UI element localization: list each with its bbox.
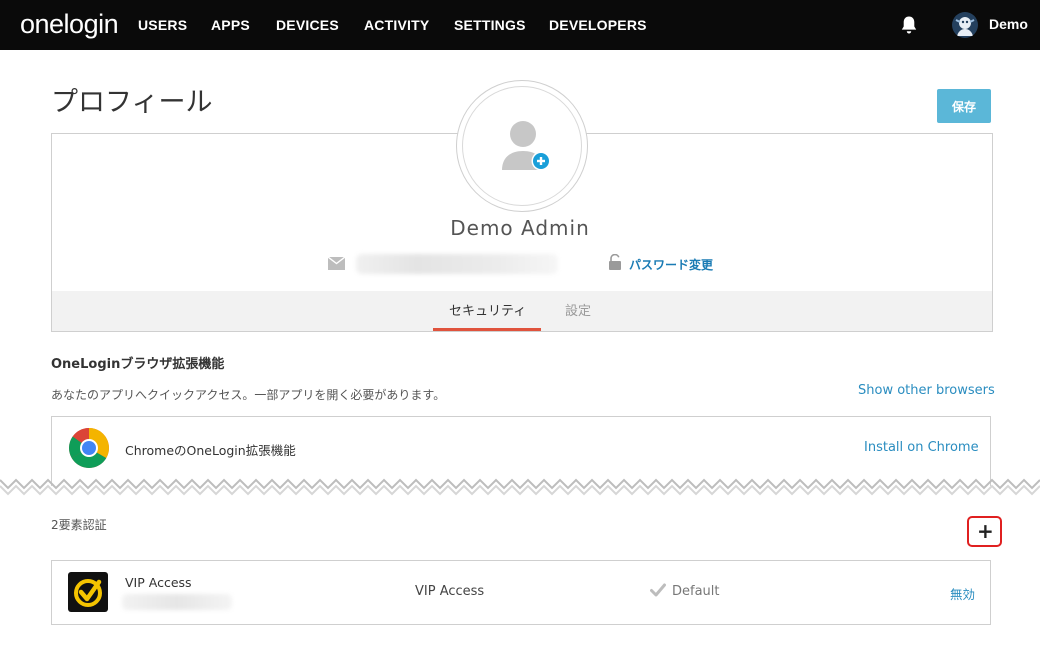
profile-name: Demo Admin <box>450 216 590 240</box>
factor-type: VIP Access <box>415 584 485 599</box>
mail-icon <box>328 257 345 270</box>
factor-name: VIP Access <box>125 575 192 590</box>
tab-security[interactable]: セキュリティ <box>449 300 526 319</box>
profile-photo[interactable] <box>456 80 588 212</box>
profile-tabs: セキュリティ 設定 <box>52 291 992 331</box>
vip-access-logo <box>68 572 108 612</box>
avatar[interactable] <box>952 12 978 38</box>
nav-item-developers[interactable]: DEVELOPERS <box>549 17 647 33</box>
top-nav-bar: onelogin USERS APPS DEVICES ACTIVITY SET… <box>0 0 1040 50</box>
nav-item-devices[interactable]: DEVICES <box>276 17 339 33</box>
bell-icon[interactable] <box>900 15 918 35</box>
vip-checkmark-logo-icon <box>74 579 102 607</box>
user-menu-name[interactable]: Demo <box>989 16 1028 32</box>
nav-item-apps[interactable]: APPS <box>211 17 250 33</box>
disable-factor-link[interactable]: 無効 <box>950 584 975 603</box>
change-password-link[interactable]: パスワード変更 <box>629 256 713 273</box>
install-on-chrome-link[interactable]: Install on Chrome <box>864 440 979 455</box>
nav-item-users[interactable]: USERS <box>138 17 187 33</box>
active-tab-indicator <box>433 328 541 331</box>
browser-extension-heading: OneLoginブラウザ拡張機能 <box>51 357 225 372</box>
onelogin-logo[interactable]: onelogin <box>20 9 119 40</box>
user-placeholder-icon <box>502 121 544 170</box>
factor-id-redacted <box>122 594 232 610</box>
user-avatar-icon <box>952 12 978 38</box>
plus-icon: + <box>977 519 994 543</box>
email-value-redacted <box>356 254 558 274</box>
save-button[interactable]: 保存 <box>937 89 991 123</box>
add-photo-icon[interactable] <box>531 151 551 171</box>
add-factor-button[interactable]: + <box>967 516 1002 547</box>
tab-settings[interactable]: 設定 <box>565 300 591 319</box>
show-other-browsers-link[interactable]: Show other browsers <box>858 383 995 398</box>
torn-edge-divider <box>0 478 1040 502</box>
chrome-icon <box>69 428 109 468</box>
unlock-icon <box>609 254 621 270</box>
two-factor-heading: 2要素認証 <box>51 518 107 532</box>
chrome-extension-label: ChromeのOneLogin拡張機能 <box>125 443 296 458</box>
factor-default-label: Default <box>672 584 720 599</box>
factor-row-vip-access: VIP Access VIP Access Default 無効 <box>51 560 991 625</box>
page-title: プロフィール <box>51 87 213 118</box>
nav-item-activity[interactable]: ACTIVITY <box>364 17 429 33</box>
nav-item-settings[interactable]: SETTINGS <box>454 17 526 33</box>
browser-extension-description: あなたのアプリへクイックアクセス。一部アプリを開く必要があります。 <box>51 388 446 402</box>
check-icon <box>650 583 666 597</box>
